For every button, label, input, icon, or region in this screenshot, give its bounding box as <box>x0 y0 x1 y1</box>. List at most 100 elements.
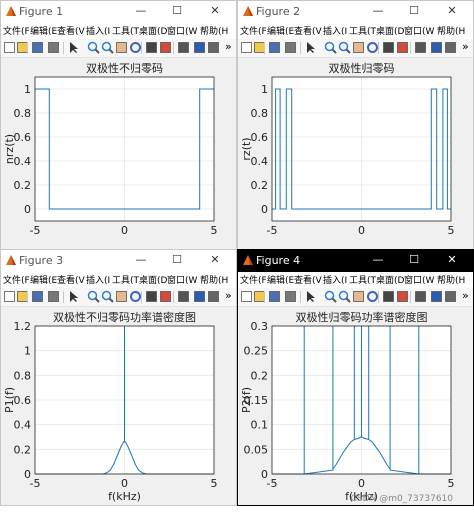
menu-item[interactable]: 桌面(D <box>139 273 167 286</box>
maximize-button[interactable]: ☐ <box>167 3 187 19</box>
menu-item[interactable]: 文件(F <box>3 273 30 286</box>
pan-hand-icon[interactable] <box>115 290 128 303</box>
maximize-button[interactable]: ☐ <box>404 252 424 268</box>
colorbar-icon[interactable] <box>430 41 443 54</box>
close-button[interactable]: ✕ <box>205 3 225 19</box>
menu-item[interactable]: 工具(T <box>112 273 139 286</box>
menu-item[interactable]: 文件(F <box>240 273 267 286</box>
data-cursor-icon[interactable] <box>382 290 395 303</box>
title-bar[interactable]: Figure 1 — ☐ ✕ <box>1 1 236 23</box>
menu-item[interactable]: 窗口(W <box>404 24 434 37</box>
legend-icon[interactable] <box>207 290 220 303</box>
pointer-icon[interactable] <box>67 290 80 303</box>
colorbar-icon[interactable] <box>193 290 206 303</box>
menu-item[interactable]: 桌面(D <box>376 273 404 286</box>
close-button[interactable]: ✕ <box>442 252 462 268</box>
close-button[interactable]: ✕ <box>205 252 225 268</box>
save-icon[interactable] <box>268 41 281 54</box>
data-cursor-icon[interactable] <box>145 290 158 303</box>
pan-hand-icon[interactable] <box>352 290 365 303</box>
pointer-icon[interactable] <box>304 41 317 54</box>
save-icon[interactable] <box>31 290 44 303</box>
zoom-out-icon[interactable] <box>338 41 351 54</box>
pointer-icon[interactable] <box>304 290 317 303</box>
new-file-icon[interactable] <box>3 290 16 303</box>
toolbar-more-button[interactable]: » <box>462 289 469 302</box>
menu-item[interactable]: 文件(F <box>240 24 267 37</box>
minimize-button[interactable]: — <box>131 252 151 268</box>
menu-item[interactable]: 编辑(E <box>30 273 57 286</box>
pan-hand-icon[interactable] <box>115 41 128 54</box>
new-file-icon[interactable] <box>240 290 253 303</box>
menu-item[interactable]: 帮助(H <box>437 24 465 37</box>
menu-item[interactable]: 窗口(W <box>404 273 434 286</box>
title-bar[interactable]: Figure 4 — ☐ ✕ <box>238 250 473 272</box>
menu-item[interactable]: 工具(T <box>349 24 376 37</box>
link-icon[interactable] <box>177 41 190 54</box>
figure-window-4[interactable]: Figure 4 — ☐ ✕ 文件(F 编辑(E 查看(V 插入(I 工具(T 桌面(D 窗口(W 帮… <box>237 249 474 506</box>
title-bar[interactable]: Figure 3 — ☐ ✕ <box>1 250 236 272</box>
menu-item[interactable]: 编辑(E <box>267 24 294 37</box>
menu-item[interactable]: 插入(I <box>323 273 347 286</box>
legend-icon[interactable] <box>207 41 220 54</box>
menu-item[interactable]: 编辑(E <box>267 273 294 286</box>
menu-item[interactable]: 帮助(H <box>200 273 228 286</box>
zoom-out-icon[interactable] <box>101 41 114 54</box>
new-file-icon[interactable] <box>240 41 253 54</box>
zoom-in-icon[interactable] <box>324 290 337 303</box>
data-cursor-icon[interactable] <box>382 41 395 54</box>
brush-icon[interactable] <box>396 290 409 303</box>
link-icon[interactable] <box>177 290 190 303</box>
brush-icon[interactable] <box>396 41 409 54</box>
link-icon[interactable] <box>414 290 427 303</box>
maximize-button[interactable]: ☐ <box>404 3 424 19</box>
zoom-out-icon[interactable] <box>101 290 114 303</box>
menu-item[interactable]: 桌面(D <box>376 24 404 37</box>
menu-item[interactable]: 插入(I <box>86 273 110 286</box>
print-icon[interactable] <box>47 290 60 303</box>
print-icon[interactable] <box>284 41 297 54</box>
maximize-button[interactable]: ☐ <box>167 252 187 268</box>
menu-item[interactable]: 插入(I <box>86 24 110 37</box>
menu-item[interactable]: 查看(V <box>294 273 322 286</box>
toolbar-more-button[interactable]: » <box>225 40 232 53</box>
minimize-button[interactable]: — <box>368 252 388 268</box>
menu-item[interactable]: 帮助(H <box>437 273 465 286</box>
toolbar-more-button[interactable]: » <box>225 289 232 302</box>
pointer-icon[interactable] <box>67 41 80 54</box>
menu-item[interactable]: 工具(T <box>112 24 139 37</box>
figure-window-2[interactable]: Figure 2 — ☐ ✕ 文件(F 编辑(E 查看(V 插入(I 工具(T 桌面(D 窗口(W 帮… <box>237 0 474 257</box>
menu-item[interactable]: 文件(F <box>3 24 30 37</box>
menu-item[interactable]: 查看(V <box>294 24 322 37</box>
menu-item[interactable]: 帮助(H <box>200 24 228 37</box>
figure-window-1[interactable]: Figure 1 — ☐ ✕ 文件(F 编辑(E 查看(V 插入(I 工具(T 桌面(D 窗口(W 帮… <box>0 0 237 257</box>
menu-item[interactable]: 桌面(D <box>139 24 167 37</box>
link-icon[interactable] <box>414 41 427 54</box>
print-icon[interactable] <box>284 290 297 303</box>
colorbar-icon[interactable] <box>430 290 443 303</box>
menu-item[interactable]: 窗口(W <box>167 273 197 286</box>
colorbar-icon[interactable] <box>193 41 206 54</box>
zoom-in-icon[interactable] <box>87 290 100 303</box>
menu-item[interactable]: 查看(V <box>57 24 85 37</box>
close-button[interactable]: ✕ <box>442 3 462 19</box>
menu-item[interactable]: 工具(T <box>349 273 376 286</box>
zoom-out-icon[interactable] <box>338 290 351 303</box>
brush-icon[interactable] <box>159 290 172 303</box>
menu-item[interactable]: 编辑(E <box>30 24 57 37</box>
legend-icon[interactable] <box>444 290 457 303</box>
data-cursor-icon[interactable] <box>145 41 158 54</box>
menu-item[interactable]: 查看(V <box>57 273 85 286</box>
save-icon[interactable] <box>31 41 44 54</box>
menu-item[interactable]: 窗口(W <box>167 24 197 37</box>
save-icon[interactable] <box>268 290 281 303</box>
figure-window-3[interactable]: Figure 3 — ☐ ✕ 文件(F 编辑(E 查看(V 插入(I 工具(T 桌面(D 窗口(W 帮… <box>0 249 237 506</box>
zoom-in-icon[interactable] <box>87 41 100 54</box>
menu-item[interactable]: 插入(I <box>323 24 347 37</box>
zoom-in-icon[interactable] <box>324 41 337 54</box>
new-file-icon[interactable] <box>3 41 16 54</box>
minimize-button[interactable]: — <box>131 3 151 19</box>
print-icon[interactable] <box>47 41 60 54</box>
toolbar-more-button[interactable]: » <box>462 40 469 53</box>
brush-icon[interactable] <box>159 41 172 54</box>
